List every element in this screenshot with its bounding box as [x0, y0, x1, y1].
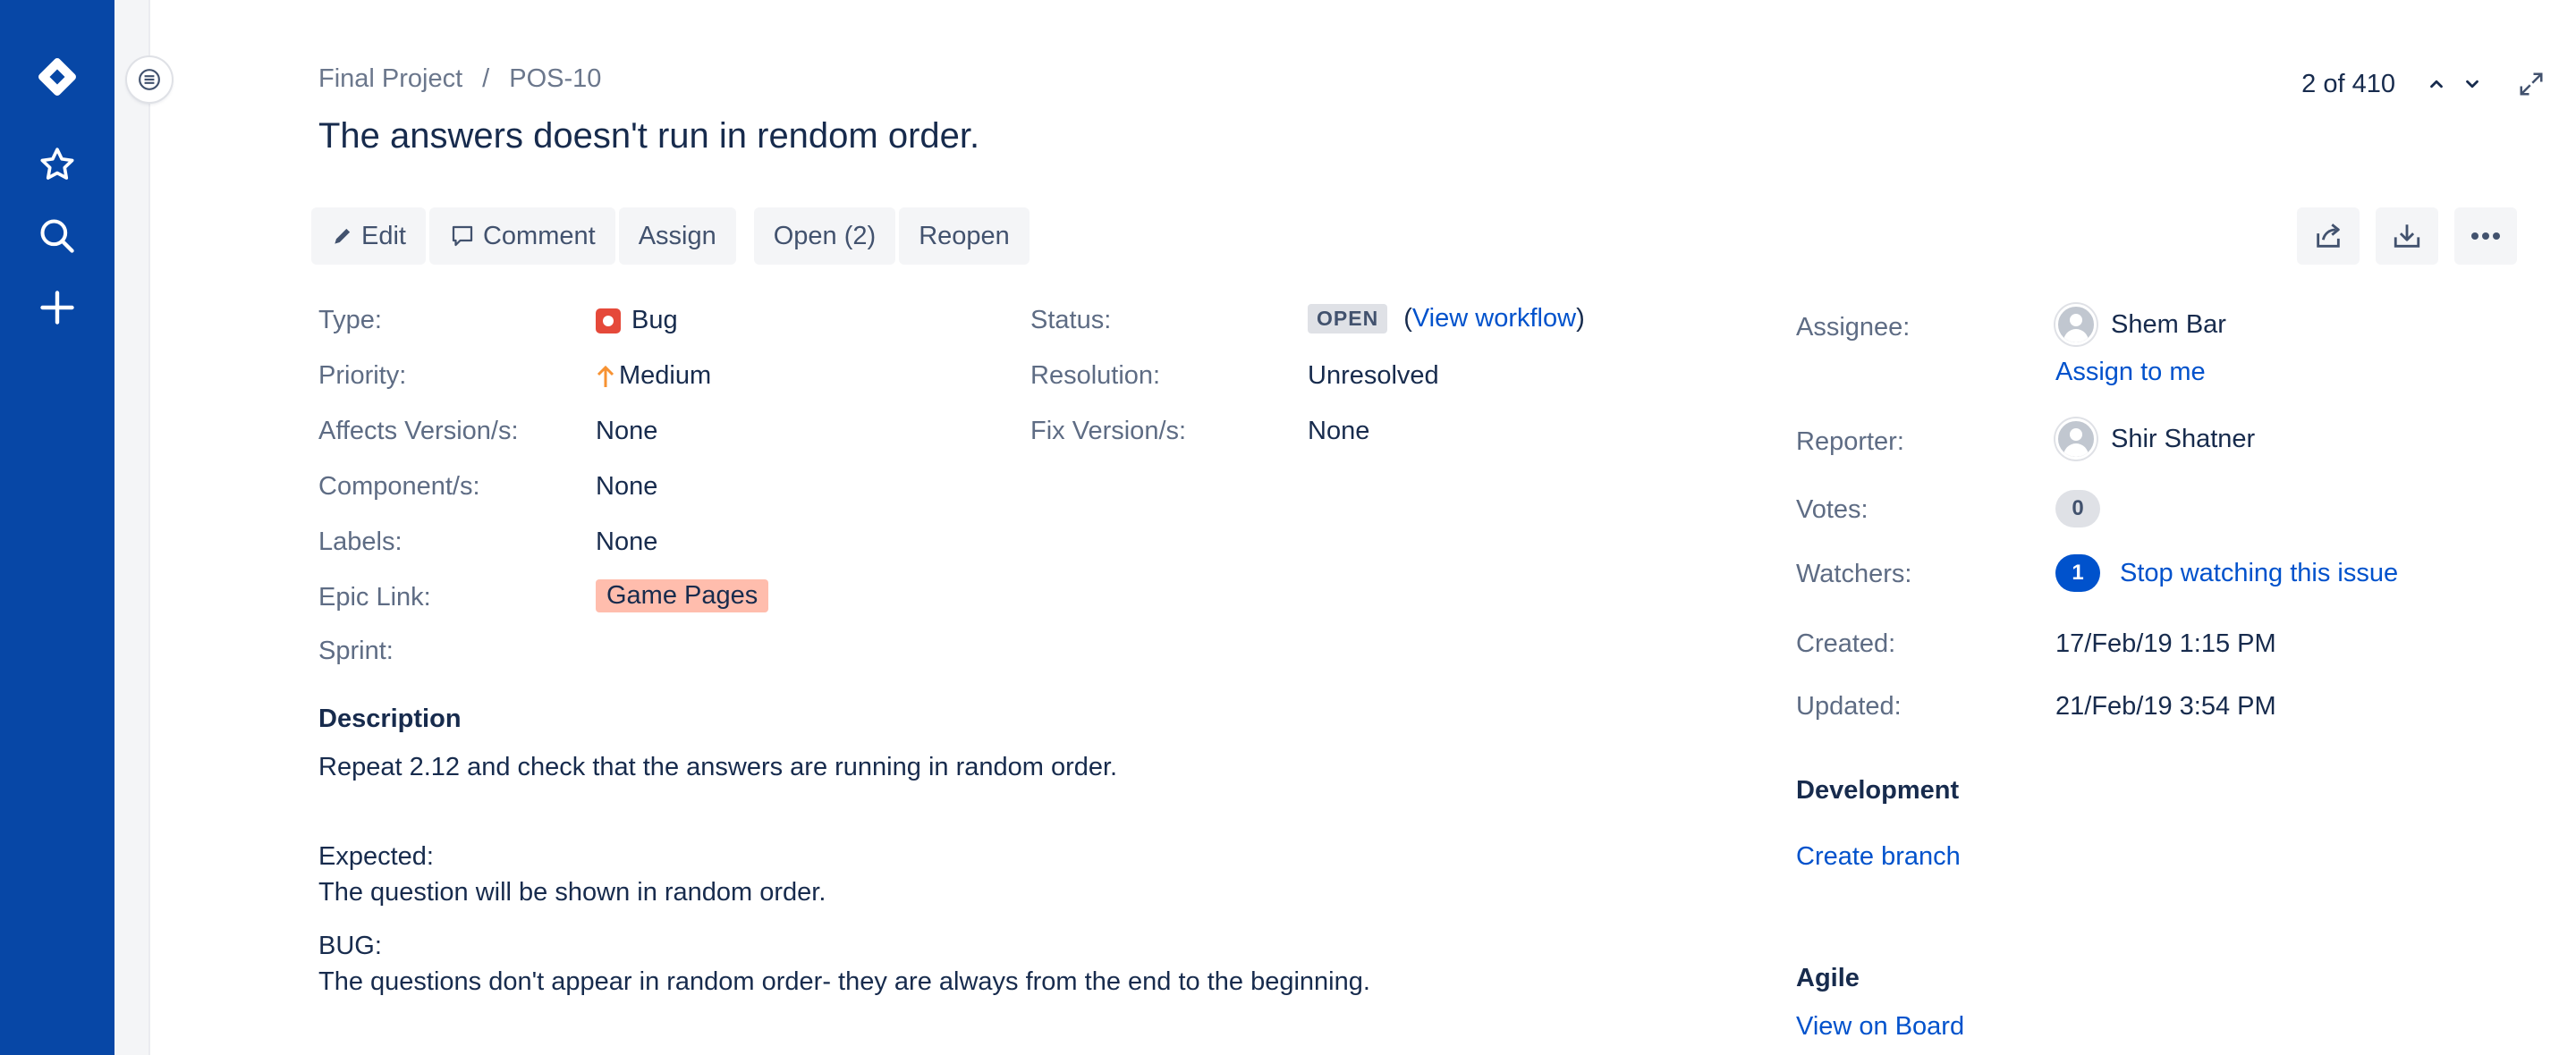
affects-version-label: Affects Version/s: [318, 417, 519, 445]
share-icon [2317, 224, 2340, 248]
search-icon[interactable] [29, 207, 86, 265]
assign-to-me-link[interactable]: Assign to me [2055, 358, 2206, 387]
description-line: The question will be shown in random ord… [318, 878, 826, 907]
created-value: 17/Feb/19 1:15 PM [2055, 629, 2276, 658]
type-label: Type: [318, 306, 382, 334]
chevron-up-icon [2430, 80, 2443, 89]
view-workflow-link[interactable]: View workflow [1412, 304, 1576, 333]
description-line: Expected: [318, 842, 434, 871]
reporter-label: Reporter: [1796, 427, 1904, 456]
resolution-value: Unresolved [1308, 361, 1439, 390]
comment-label: Comment [482, 221, 596, 250]
type-text: Bug [631, 306, 678, 334]
export-button[interactable] [2376, 207, 2438, 265]
share-button[interactable] [2297, 207, 2360, 265]
status-open-paren: ( [1403, 304, 1412, 333]
status-value: OPEN ( View workflow ) [1308, 304, 1585, 333]
epic-link-value[interactable]: Game Pages [596, 579, 769, 612]
status-label: Status: [1030, 306, 1112, 334]
assignee-label: Assignee: [1796, 313, 1911, 342]
breadcrumb-issue-link[interactable]: POS-10 [509, 64, 601, 94]
agile-heading: Agile [1796, 964, 1860, 992]
more-actions-button[interactable] [2454, 207, 2517, 265]
expand-button[interactable] [2513, 66, 2549, 102]
votes-badge[interactable]: 0 [2055, 490, 2100, 528]
description-heading: Description [318, 705, 462, 733]
jira-logo-icon[interactable] [29, 48, 86, 106]
issue-toolbar: Edit Comment Assign Open (2) Reopen [311, 207, 1033, 265]
chevron-down-icon [2466, 80, 2479, 89]
breadcrumb: Final Project / POS-10 [318, 64, 601, 94]
status-lozenge: OPEN [1308, 304, 1388, 333]
menu-icon [139, 69, 160, 90]
bug-icon [596, 308, 621, 333]
labels-value[interactable]: None [596, 528, 657, 557]
watchers-label: Watchers: [1796, 560, 1912, 588]
open-transitions-button[interactable]: Open (2) [753, 207, 896, 265]
description-line: The questions don't appear in random ord… [318, 967, 1370, 996]
priority-text: Medium [619, 361, 712, 390]
description-line: Repeat 2.12 and check that the answers a… [318, 753, 1118, 781]
sprint-label: Sprint: [318, 637, 394, 665]
star-icon[interactable] [29, 136, 86, 193]
create-branch-link[interactable]: Create branch [1796, 842, 1961, 872]
expand-icon [2520, 72, 2543, 96]
breadcrumb-separator: / [482, 64, 490, 93]
watchers-badge[interactable]: 1 [2055, 554, 2100, 592]
priority-medium-icon [597, 365, 614, 387]
breadcrumb-project-link[interactable]: Final Project [318, 64, 462, 94]
previous-issue-button[interactable] [2419, 66, 2454, 102]
status-close-paren: ) [1576, 304, 1585, 333]
next-issue-button[interactable] [2454, 66, 2490, 102]
export-icon [2394, 224, 2420, 248]
assign-button[interactable]: Assign [618, 207, 736, 265]
view-on-board-link[interactable]: View on Board [1796, 1012, 1964, 1042]
issue-title[interactable]: The answers doesn't run in rendom order. [318, 116, 979, 156]
fix-version-value[interactable]: None [1308, 417, 1369, 446]
epic-link-label: Epic Link: [318, 583, 431, 612]
updated-value: 21/Feb/19 3:54 PM [2055, 692, 2276, 721]
components-label: Component/s: [318, 472, 480, 501]
avatar [2055, 418, 2097, 460]
epic-lozenge[interactable]: Game Pages [596, 579, 769, 612]
reporter-name: Shir Shatner [2111, 424, 2256, 453]
global-nav [0, 0, 114, 1055]
edit-label: Edit [361, 221, 406, 250]
pencil-icon [335, 228, 351, 244]
fix-version-label: Fix Version/s: [1030, 417, 1187, 445]
assignee-value[interactable]: Shem Bar [2055, 304, 2226, 345]
updated-label: Updated: [1796, 692, 1902, 721]
components-value[interactable]: None [596, 472, 657, 502]
labels-label: Labels: [318, 528, 402, 556]
edit-button[interactable]: Edit [311, 207, 426, 265]
avatar [2055, 304, 2097, 345]
reporter-value[interactable]: Shir Shatner [2055, 418, 2255, 460]
assignee-name: Shem Bar [2111, 309, 2226, 339]
votes-label: Votes: [1796, 495, 1868, 524]
reopen-button[interactable]: Reopen [899, 207, 1030, 265]
watchers-value: 1 Stop watching this issue [2055, 554, 2398, 592]
open-label: Open (2) [773, 221, 877, 250]
assign-label: Assign [638, 221, 716, 250]
description-line: BUG: [318, 932, 382, 960]
comment-icon [452, 225, 473, 247]
development-heading: Development [1796, 776, 1960, 805]
pager-count: 2 of 410 [2301, 69, 2395, 98]
created-label: Created: [1796, 629, 1896, 658]
priority-value[interactable]: Medium [596, 361, 711, 391]
priority-label: Priority: [318, 361, 407, 390]
plus-icon[interactable] [29, 279, 86, 336]
issue-pager: 2 of 410 [2301, 66, 2549, 102]
toolbar-actions [2297, 207, 2517, 265]
more-icon [2471, 232, 2500, 240]
affects-version-value[interactable]: None [596, 417, 657, 446]
stop-watching-link[interactable]: Stop watching this issue [2120, 559, 2398, 588]
type-value[interactable]: Bug [596, 306, 678, 335]
votes-value[interactable]: 0 [2055, 490, 2120, 528]
comment-button[interactable]: Comment [428, 207, 615, 265]
resolution-label: Resolution: [1030, 361, 1161, 390]
project-sidebar-collapsed [114, 0, 150, 1055]
reopen-label: Reopen [919, 221, 1010, 250]
sidebar-toggle-button[interactable] [127, 57, 172, 102]
